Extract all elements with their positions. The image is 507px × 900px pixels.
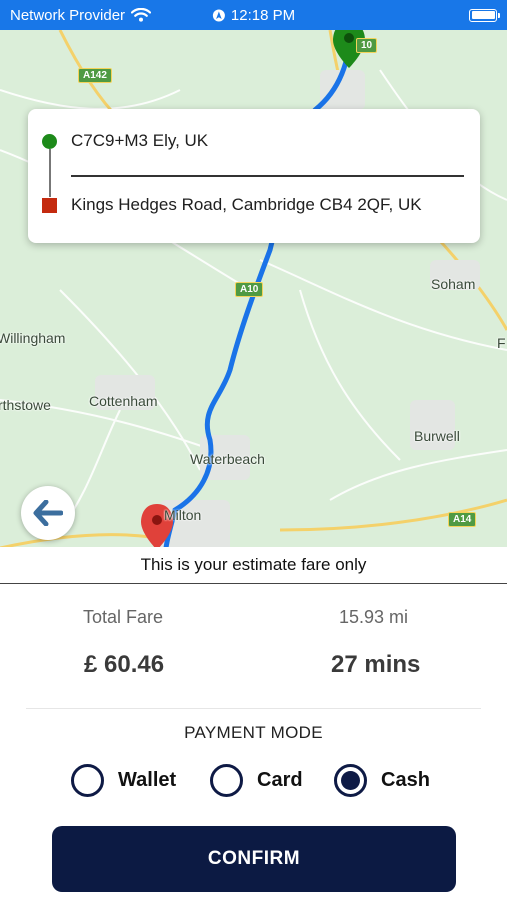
payment-option-card[interactable]: Card (210, 764, 303, 797)
payment-option-cash[interactable]: Cash (334, 764, 430, 797)
address-divider (71, 175, 464, 177)
map-place-label: Milton (164, 507, 202, 523)
road-badge: A14 (448, 512, 477, 527)
total-fare-label: Total Fare (83, 607, 164, 627)
carrier-label: Network Provider (10, 6, 126, 24)
pickup-address: C7C9+M3 Ely, UK (71, 131, 209, 150)
status-center: 12:18 PM (212, 7, 295, 24)
road-badge: 10 (356, 38, 378, 53)
wifi-icon (131, 8, 152, 22)
arrow-left-icon (33, 500, 63, 526)
dropoff-square-icon (42, 197, 57, 213)
dropoff-row[interactable]: Kings Hedges Road, Cambridge CB4 2QF, UK (28, 195, 480, 215)
payment-label: Card (257, 769, 303, 791)
location-arrow-icon (212, 9, 225, 21)
status-left: Network Provider (10, 6, 152, 24)
map-place-label: rthstowe (0, 397, 51, 413)
route-connector-line (49, 149, 51, 197)
map-place-label: Willingham (0, 330, 66, 346)
radio-selected-dot (341, 771, 360, 790)
total-fare-value: £ 60.46 (84, 651, 165, 678)
payment-label: Cash (381, 769, 430, 791)
map-place-label: Cottenham (89, 393, 158, 409)
map-place-label: F (497, 335, 506, 351)
radio-cash[interactable] (334, 764, 367, 797)
status-time: 12:18 PM (230, 6, 296, 24)
estimate-note: This is your estimate fare only (0, 547, 507, 584)
battery-icon (469, 8, 500, 22)
fare-divider (26, 708, 481, 709)
road-badge: A142 (78, 68, 112, 83)
map-place-label: Soham (431, 276, 476, 292)
payment-option-wallet[interactable]: Wallet (71, 764, 176, 797)
dropoff-address: Kings Hedges Road, Cambridge CB4 2QF, UK (71, 195, 422, 214)
pickup-dot-icon (42, 133, 57, 149)
address-card: C7C9+M3 Ely, UK Kings Hedges Road, Cambr… (28, 109, 480, 243)
distance-value: 15.93 mi (339, 607, 409, 627)
status-bar: Network Provider 12:18 PM (0, 0, 507, 30)
fare-sheet: This is your estimate fare only Total Fa… (0, 547, 507, 900)
confirm-button[interactable]: CONFIRM (52, 826, 456, 892)
back-button[interactable] (21, 486, 75, 540)
duration-value: 27 mins (331, 651, 421, 678)
radio-card[interactable] (210, 764, 243, 797)
radio-wallet[interactable] (71, 764, 104, 797)
map-place-label: Waterbeach (190, 451, 265, 467)
payment-label: Wallet (118, 769, 177, 791)
pickup-row[interactable]: C7C9+M3 Ely, UK (28, 131, 480, 151)
payment-mode-title: PAYMENT MODE (184, 723, 323, 742)
road-badge: A10 (235, 282, 264, 297)
map-place-label: Burwell (414, 428, 460, 444)
